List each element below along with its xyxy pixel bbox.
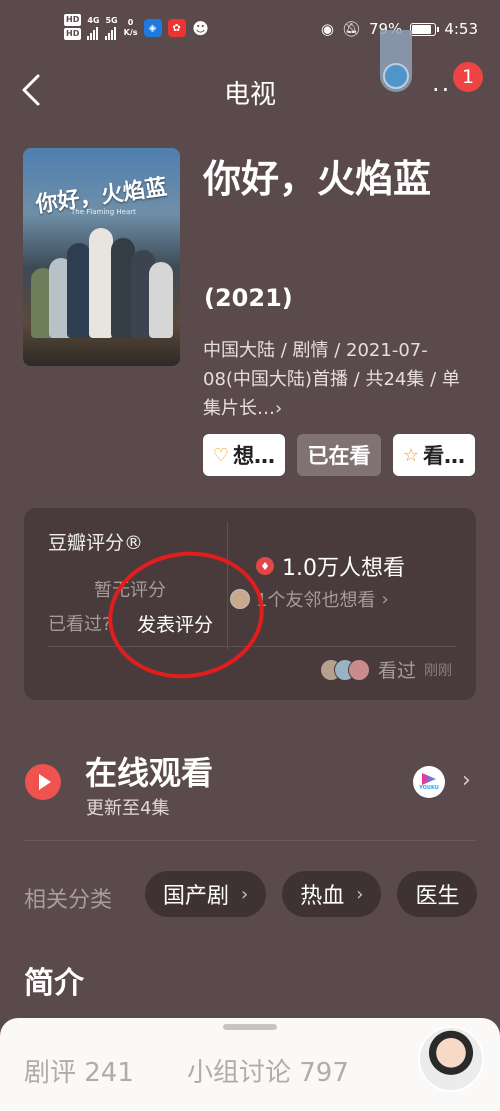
meta-arrow-icon: › (275, 398, 283, 419)
want-count-text: 1.0万人想看 (282, 556, 405, 581)
show-title: 你好，火焰蓝 (203, 157, 432, 201)
rating-title: 豆瓣评分® (48, 532, 144, 554)
seen-question: 已看过? (48, 614, 112, 635)
sheet-drag-handle[interactable] (223, 1024, 277, 1030)
eye-icon: ◉ (320, 20, 334, 38)
category-chip[interactable]: 国产剧 › (145, 871, 267, 917)
floating-assistant-icon[interactable] (380, 30, 412, 92)
category-chip[interactable]: 热血 › (282, 871, 382, 917)
net-type-2: 5G (105, 16, 118, 40)
signal-icon (87, 26, 99, 40)
want-label: 想… (233, 444, 276, 468)
category-chips: 国产剧 › 热血 › 医生 (145, 871, 478, 917)
tab-reviews[interactable]: 剧评 241 (24, 1052, 134, 1089)
flame-icon: ♦ (256, 557, 274, 575)
more-menu-button[interactable]: ·· (432, 76, 451, 104)
section-divider (24, 840, 476, 841)
divider-horizontal (48, 646, 456, 647)
star-icon: ☆ (402, 444, 420, 466)
nav-bar: 电视 ·· 1 (0, 30, 500, 120)
want-button[interactable]: ♡ 想… (203, 434, 285, 476)
net-type-label: 4G (87, 16, 100, 25)
avatar (347, 658, 370, 681)
youku-label: YOUKU (419, 785, 439, 791)
battery-icon (410, 22, 440, 36)
status-bar: HD HD 4G 5G 0 K/s ◈ ✿ ☻ ◉ 🔕︎ 79% 4:53 (0, 0, 500, 60)
category-chip-label: 国产剧 (163, 884, 230, 909)
notification-badge[interactable]: 1 (453, 62, 483, 92)
online-watch-title[interactable]: 在线观看 (85, 748, 213, 794)
watching-button[interactable]: 已在看 (297, 434, 381, 476)
show-year: (2021) (204, 284, 293, 312)
chevron-right-icon: › (356, 883, 364, 905)
show-meta-text: 中国大陆 / 剧情 / 2021-07-08(中国大陆)首播 / 共24集 / … (203, 340, 460, 419)
category-chip-label: 热血 (300, 884, 345, 909)
shop-notification-icon: ✿ (167, 19, 186, 37)
play-icon[interactable] (25, 764, 61, 800)
clock: 4:53 (444, 20, 478, 38)
online-watch-subtitle: 更新至4集 (86, 798, 170, 819)
youku-logo-icon[interactable]: YOUKU (413, 766, 445, 798)
watched-label: 看… (423, 444, 466, 468)
heart-plus-icon: ♡ (212, 444, 230, 466)
action-buttons: ♡ 想… 已在看 ☆ 看… (203, 434, 475, 476)
hd-label-2: HD (64, 28, 82, 40)
friend-want-text: 1个友邻也想看 (256, 590, 376, 611)
show-meta[interactable]: 中国大陆 / 剧情 / 2021-07-08(中国大陆)首播 / 共24集 / … (203, 336, 475, 423)
mute-bell-icon: 🔕︎ (341, 20, 361, 38)
chevron-right-icon: › (241, 883, 249, 905)
seen-avatars (319, 658, 370, 681)
page-title: 电视 (223, 80, 276, 110)
poster-subtitle: The Flaming Heart (71, 208, 136, 216)
poster-image[interactable]: 你好，火焰蓝 The Flaming Heart (23, 148, 180, 366)
want-count[interactable]: ♦ 1.0万人想看 (256, 550, 405, 582)
poster-cast-illustration (31, 228, 173, 338)
signal-icon-2 (105, 26, 117, 40)
watching-label: 已在看 (307, 444, 371, 468)
net-speed: 0 K/s (124, 18, 138, 38)
chevron-right-icon: › (381, 588, 389, 610)
watched-button[interactable]: ☆ 看… (393, 434, 475, 476)
intro-heading: 简介 (24, 966, 84, 1001)
tab-group-discussion[interactable]: 小组讨论 797 (187, 1052, 349, 1089)
youku-play-mark (422, 773, 436, 785)
category-chip-label: 医生 (415, 884, 460, 909)
floating-avatar[interactable] (418, 1026, 484, 1092)
hd-indicator: HD HD (64, 14, 82, 42)
hd-label-1: HD (64, 14, 82, 26)
chevron-right-icon[interactable]: › (462, 768, 471, 793)
seen-time: 刚刚 (424, 662, 452, 679)
seen-row[interactable]: 看过 刚刚 (319, 656, 452, 683)
net-type-label-2: 5G (105, 16, 118, 25)
seen-label: 看过 (377, 660, 416, 682)
net-speed-value: 0 (127, 18, 134, 27)
net-speed-unit: K/s (123, 28, 138, 37)
net-type-1: 4G (87, 16, 99, 40)
app-notification-icon: ◈ (143, 19, 162, 37)
categories-label: 相关分类 (24, 888, 113, 913)
category-chip[interactable]: 医生 (397, 871, 478, 917)
wechat-icon: ☻ (192, 18, 209, 38)
status-left: HD HD 4G 5G 0 K/s ◈ ✿ ☻ (64, 14, 210, 42)
